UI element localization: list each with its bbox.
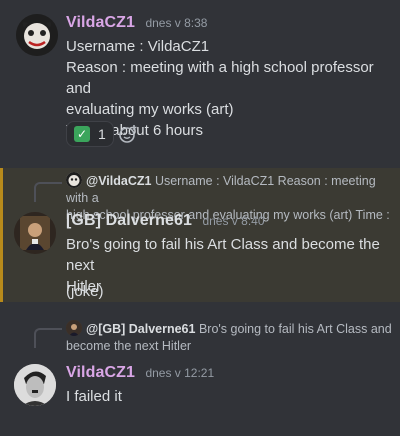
reply-preview[interactable]: @[GB] Dalverne61 Bro's going to fail his… <box>66 320 396 355</box>
message-content-joke: (joke) <box>66 283 104 300</box>
message-content: Username : VildaCZ1 Reason : meeting wit… <box>66 36 396 141</box>
reply-author[interactable]: @[GB] Dalverne61 <box>86 322 195 336</box>
reaction-count: 1 <box>98 126 106 142</box>
reaction-check[interactable]: ✓ 1 <box>66 121 114 147</box>
message-timestamp: dnes v 8:40 <box>202 214 265 228</box>
message-content: I failed it <box>66 388 122 405</box>
message-timestamp: dnes v 8:38 <box>145 16 208 30</box>
clown-avatar-icon <box>16 14 58 56</box>
avatar[interactable] <box>14 212 56 254</box>
reply-avatar-icon <box>66 320 82 336</box>
add-reaction-button[interactable] <box>116 122 140 146</box>
message-content: Bro's going to fail his Art Class and be… <box>66 234 396 297</box>
reply-avatar-icon <box>66 172 82 188</box>
avatar[interactable] <box>14 364 56 406</box>
author-name[interactable]: VildaCZ1 <box>66 14 135 31</box>
check-mark-icon: ✓ <box>74 126 90 142</box>
reply-text: Bro's going to fail his Art Class and <box>198 322 392 336</box>
reply-spine <box>34 328 62 348</box>
add-reaction-icon <box>119 125 137 143</box>
message-line: Reason : meeting with a high school prof… <box>66 59 374 97</box>
reply-text: become the next Hitler <box>66 339 192 353</box>
bw-portrait-avatar-icon <box>14 364 56 406</box>
message-line: Hitler <box>66 278 102 295</box>
message-line: evaluating my works (art) <box>66 101 234 118</box>
reply-spine <box>34 182 62 202</box>
portrait-avatar-icon <box>14 212 56 254</box>
reply-author[interactable]: @VildaCZ1 <box>86 174 151 188</box>
author-name[interactable]: [GB] Dalverne61 <box>66 212 192 229</box>
message-line: Bro's going to fail his Art Class and be… <box>66 236 380 274</box>
message-timestamp: dnes v 12:21 <box>145 366 215 380</box>
message-line: Username : VildaCZ1 <box>66 38 210 55</box>
avatar[interactable] <box>16 14 58 56</box>
author-name[interactable]: VildaCZ1 <box>66 364 135 381</box>
